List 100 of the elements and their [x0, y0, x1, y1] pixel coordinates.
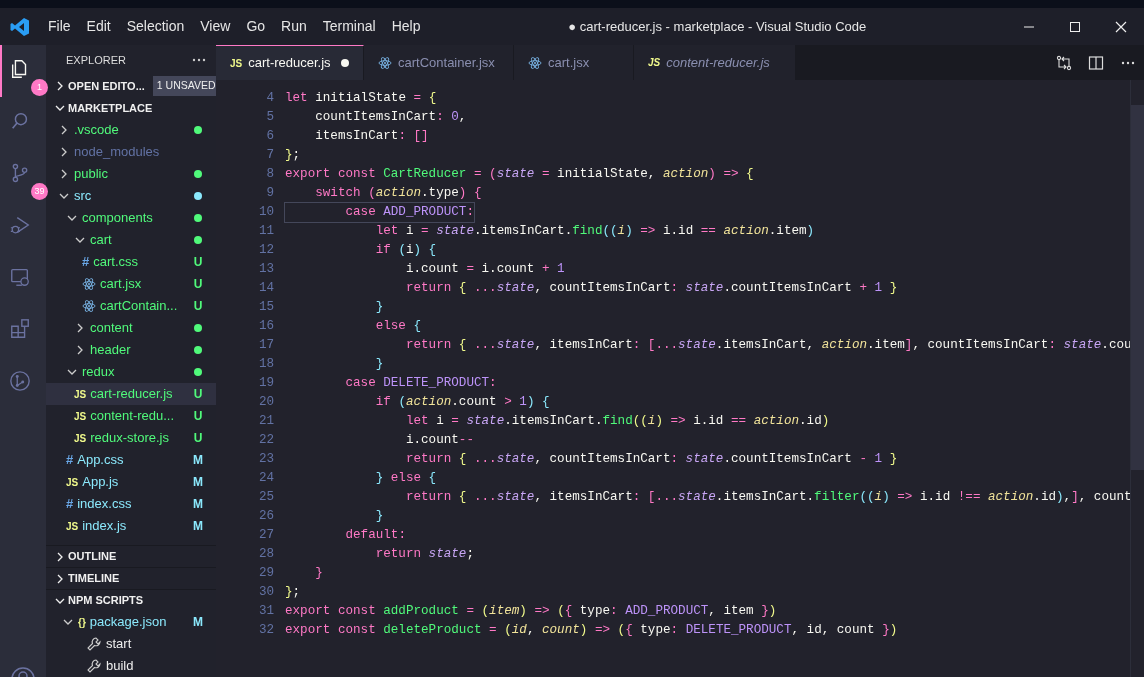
code-line: }: [374, 356, 384, 373]
section-header[interactable]: TIMELINE: [50, 567, 216, 590]
package-tree-item[interactable]: {} package.json M: [46, 611, 216, 633]
menu-item[interactable]: Help: [383, 14, 429, 39]
folder-tree-item[interactable]: src: [46, 185, 216, 207]
menu-item[interactable]: Edit: [78, 14, 119, 39]
line-number: 27: [257, 527, 274, 544]
file-type-icon: JS: [74, 430, 87, 446]
notification-badge: 39: [31, 183, 48, 200]
folder-tree-item[interactable]: redux: [46, 361, 216, 383]
react-atom-icon: [528, 55, 542, 70]
editor-tab[interactable]: cart.jsx: [514, 45, 634, 80]
scrollbar[interactable]: [1130, 80, 1144, 677]
file-tree-item[interactable]: JS cart-reducer.js U: [46, 383, 216, 405]
code-line: return { ...state, itemsInCart: [...state.itemsInCart, action.item], countItemsInCart: state.cou: [404, 337, 1132, 354]
remote-monitor-icon[interactable]: [9, 266, 31, 288]
run-debug-icon[interactable]: [9, 214, 31, 236]
file-tree-item[interactable]: # index.css M: [46, 493, 216, 515]
code-line: if (i) {: [374, 242, 437, 259]
code-line: else {: [374, 318, 422, 335]
line-number: 24: [257, 470, 274, 487]
code-line: }: [374, 508, 384, 525]
editor-tab[interactable]: cartContainer.jsx: [364, 45, 514, 80]
window-title: ● cart-reducer.js - marketplace - Visual Studio Code: [568, 18, 867, 34]
folder-tree-item[interactable]: cart: [46, 229, 216, 251]
code-line: export const CartReducer = (state = initialState, action) => {: [285, 166, 754, 183]
folder-tree-item[interactable]: header: [46, 339, 216, 361]
file-tree-item[interactable]: JS content-redu... U: [46, 405, 216, 427]
code-line: i.count--: [404, 432, 474, 449]
code-line: case ADD_PRODUCT:: [285, 203, 474, 222]
file-type-icon: JS: [648, 55, 661, 70]
line-number: 11: [257, 223, 274, 240]
npm-script-item[interactable]: build: [46, 655, 216, 677]
menu-item[interactable]: Selection: [118, 14, 193, 39]
line-number: 14: [257, 280, 274, 297]
code-line: let i = state.itemsInCart.find((i) => i.id == action.id): [404, 413, 830, 430]
section-header[interactable]: MARKETPLACE: [50, 97, 216, 119]
editor-tab[interactable]: JS cart-reducer.js: [216, 45, 364, 80]
sidebar-title: EXPLORER: [66, 52, 126, 68]
file-tree-item[interactable]: cart.jsx U: [46, 273, 216, 295]
line-number: 32: [257, 622, 274, 639]
file-tree-item[interactable]: JS redux-store.js U: [46, 427, 216, 449]
line-number: 23: [257, 451, 274, 468]
menu-item[interactable]: View: [192, 14, 239, 39]
react-atom-icon: [82, 277, 96, 291]
section-header[interactable]: OPEN EDITO...: [50, 75, 151, 97]
account-icon[interactable]: [10, 665, 36, 677]
more-actions-icon[interactable]: [192, 58, 206, 62]
extensions-icon[interactable]: [9, 318, 31, 340]
file-tree-item[interactable]: # App.css M: [46, 449, 216, 471]
maximize-icon[interactable]: [1069, 20, 1081, 33]
section-header[interactable]: OUTLINE: [50, 545, 216, 568]
file-tree-item[interactable]: cartContain... U: [46, 295, 216, 317]
line-number: 21: [257, 413, 274, 430]
branch-circle-icon[interactable]: [9, 370, 31, 392]
npm-script-item[interactable]: start: [46, 633, 216, 655]
code-line: };: [285, 584, 301, 601]
git-status: U: [192, 254, 204, 271]
line-number: 28: [257, 546, 274, 563]
folder-tree-item[interactable]: public: [46, 163, 216, 185]
code-line: return { ...state, itemsInCart: [...state.itemsInCart.filter((i) => i.id !== action.id),], count: [404, 489, 1132, 506]
git-status: U: [192, 430, 204, 447]
folder-tree-item[interactable]: content: [46, 317, 216, 339]
code-line: return state;: [374, 546, 474, 563]
code-line: export const addProduct = (item) => ({ type: ADD_PRODUCT, item }): [285, 603, 777, 620]
file-tree-item[interactable]: # cart.css U: [46, 251, 216, 273]
code-line: switch (action.type) {: [314, 185, 482, 202]
git-status: U: [192, 276, 204, 293]
line-number: 18: [257, 356, 274, 373]
file-tree-item[interactable]: JS App.js M: [46, 471, 216, 493]
line-number: 12: [257, 242, 274, 259]
wrench-icon: [86, 658, 102, 674]
file-type-icon: #: [66, 494, 74, 514]
line-number: 6: [265, 128, 274, 145]
code-line: return { ...state, countItemsInCart: state.countItemsInCart + 1 }: [404, 280, 898, 297]
close-icon[interactable]: [1115, 20, 1127, 33]
app-logo-icon: [10, 16, 30, 37]
menu-item[interactable]: File: [40, 14, 79, 39]
menu-item[interactable]: Terminal: [314, 14, 384, 39]
code-line: };: [285, 147, 301, 164]
file-tree-item[interactable]: JS index.js M: [46, 515, 216, 537]
section-header[interactable]: NPM SCRIPTS: [50, 589, 216, 612]
menu-item[interactable]: Go: [238, 14, 274, 39]
line-number: 9: [265, 185, 274, 202]
file-type-icon: #: [82, 252, 90, 272]
menu-item[interactable]: Run: [273, 14, 315, 39]
code-line: return { ...state, countItemsInCart: state.countItemsInCart - 1 }: [404, 451, 898, 468]
code-line: itemsInCart: []: [314, 128, 429, 145]
code-line: let i = state.itemsInCart.find((i) => i.id == action.item): [374, 223, 815, 240]
folder-tree-item[interactable]: .vscode: [46, 119, 216, 141]
line-number: 30: [257, 584, 274, 601]
editor-tab[interactable]: JS content-reducer.js: [634, 45, 796, 80]
line-number: 15: [257, 299, 274, 316]
folder-tree-item[interactable]: components: [46, 207, 216, 229]
line-number: 25: [257, 489, 274, 506]
line-number: 22: [257, 432, 274, 449]
code-line: } else {: [374, 470, 437, 487]
line-number: 7: [265, 147, 274, 164]
git-status: M: [192, 518, 204, 535]
line-number: 19: [257, 375, 274, 392]
